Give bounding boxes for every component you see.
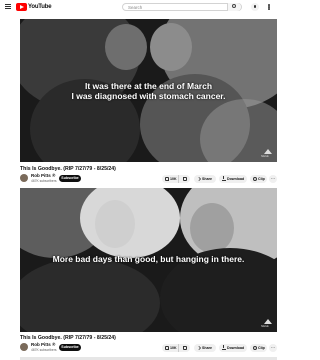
share-button[interactable]: Share	[194, 344, 216, 352]
logo-text: YouTube	[28, 4, 52, 10]
like-count: 10K	[170, 177, 177, 181]
subscribe-button[interactable]: Subscribe	[59, 344, 81, 351]
youtube-play-icon	[16, 3, 27, 11]
video-title: This Is Goodbye. (RIP 7/27/79 - 8/25/24)	[20, 335, 116, 341]
download-button[interactable]: Download	[219, 344, 247, 352]
caption-line: It was there at the end of March	[84, 81, 213, 91]
download-label: Download	[227, 177, 245, 181]
download-button[interactable]: Download	[219, 175, 247, 183]
download-icon	[222, 345, 226, 350]
video-caption: It was there at the end of March I was d…	[20, 81, 277, 101]
dislike-icon	[182, 176, 187, 181]
youtube-logo[interactable]: YouTube	[16, 3, 52, 11]
more-actions-button[interactable]: …	[269, 344, 277, 352]
like-dislike-button[interactable]: 10K	[162, 175, 190, 183]
channel-name[interactable]: Rob Pitts ®	[31, 173, 55, 178]
like-dislike-button[interactable]: 10K	[162, 344, 190, 352]
search-button[interactable]	[227, 3, 241, 11]
caption-line: I was diagnosed with stomach cancer.	[71, 91, 226, 101]
subscribe-button[interactable]: Subscribe	[59, 175, 81, 182]
share-label: Share	[202, 346, 212, 350]
mic-icon[interactable]	[251, 3, 259, 11]
subscriber-count: 467K subscribers	[31, 348, 57, 352]
video-player[interactable]: More bad days than good, but hanging in …	[20, 188, 277, 332]
share-icon	[197, 176, 201, 181]
like-icon	[165, 345, 169, 350]
like-icon	[165, 176, 169, 181]
video-caption: More bad days than good, but hanging in …	[20, 254, 277, 264]
search-icon	[232, 4, 236, 8]
video-title: This Is Goodbye. (RIP 7/27/79 - 8/25/24)	[20, 166, 116, 172]
clip-button[interactable]: Clip	[250, 175, 267, 183]
top-bar: YouTube Search	[0, 0, 291, 14]
avatar[interactable]	[20, 343, 28, 351]
channel-name[interactable]: Rob Pitts ®	[31, 342, 55, 347]
video-player[interactable]: It was there at the end of March I was d…	[20, 19, 277, 162]
share-label: Share	[202, 177, 212, 181]
clip-icon	[253, 345, 257, 350]
clip-icon	[253, 176, 257, 181]
caption-line: More bad days than good, but hanging in …	[52, 254, 245, 264]
share-icon	[197, 345, 201, 350]
subscriber-count: 467K subscribers	[31, 179, 57, 183]
download-icon	[222, 176, 226, 181]
search-input[interactable]: Search	[122, 3, 242, 11]
more-icon[interactable]	[268, 4, 270, 10]
like-count: 10K	[170, 346, 177, 350]
download-label: Download	[227, 346, 245, 350]
avatar[interactable]	[20, 174, 28, 182]
clip-label: Clip	[258, 346, 265, 350]
watermark-icon: SIEGE	[261, 149, 273, 159]
clip-label: Clip	[258, 177, 265, 181]
watermark-icon: SIEGE	[261, 319, 273, 329]
dislike-icon	[182, 345, 187, 350]
share-button[interactable]: Share	[194, 175, 216, 183]
menu-icon[interactable]	[5, 4, 11, 9]
search-placeholder: Search	[128, 5, 143, 10]
more-actions-button[interactable]: …	[269, 175, 277, 183]
clip-button[interactable]: Clip	[250, 344, 267, 352]
